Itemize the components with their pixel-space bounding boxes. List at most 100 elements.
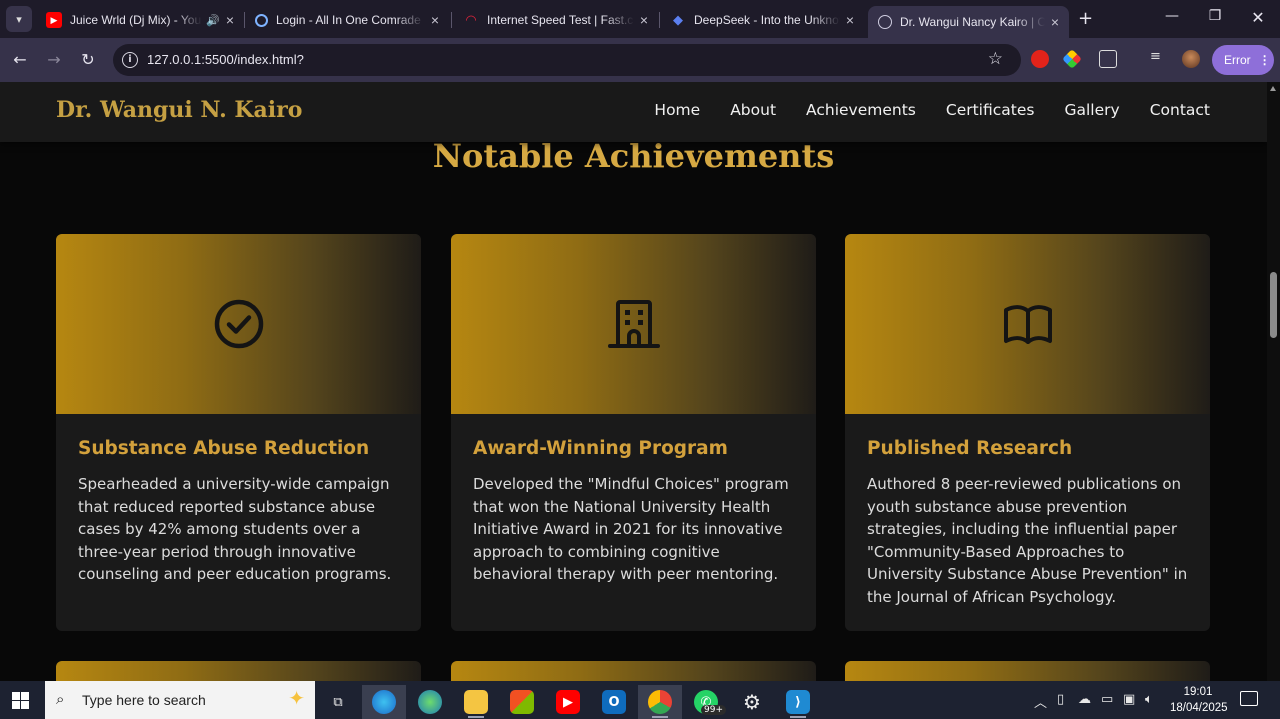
chrome-icon[interactable] bbox=[638, 685, 682, 719]
scrollbar-thumb[interactable] bbox=[1270, 272, 1277, 338]
nav-gallery[interactable]: Gallery bbox=[1064, 101, 1119, 119]
card-description: Developed the "Mindful Choices" program … bbox=[473, 475, 789, 584]
address-bar[interactable]: i 127.0.0.1:5500/index.html? ☆ bbox=[113, 44, 1021, 76]
vscode-icon[interactable]: ⟩ bbox=[776, 685, 820, 719]
book-icon bbox=[1003, 305, 1052, 344]
battery-icon[interactable]: ▭ bbox=[1101, 692, 1113, 707]
scroll-up-arrow-icon[interactable] bbox=[1270, 86, 1276, 91]
close-tab-icon[interactable]: × bbox=[226, 12, 234, 28]
card-title: Substance Abuse Reduction bbox=[78, 438, 370, 459]
minimize-icon[interactable]: — bbox=[1162, 8, 1182, 24]
tab-youtube[interactable]: ▶ Juice Wrld (Dj Mix) - You 🔊 × bbox=[36, 6, 244, 34]
building-icon bbox=[607, 300, 660, 348]
windows-start-icon[interactable] bbox=[12, 692, 29, 709]
nav-contact[interactable]: Contact bbox=[1150, 101, 1210, 119]
tab-title: Internet Speed Test | Fast.com bbox=[487, 13, 634, 27]
running-indicator bbox=[790, 716, 806, 718]
nav-about[interactable]: About bbox=[730, 101, 776, 119]
browser-toolbar: ← → ↻ i 127.0.0.1:5500/index.html? ☆ ≡ E… bbox=[0, 38, 1280, 82]
task-view-icon[interactable]: ⧉ bbox=[316, 685, 360, 719]
close-window-icon[interactable]: ✕ bbox=[1248, 8, 1268, 27]
onedrive-cloud-icon[interactable]: ☁ bbox=[1078, 692, 1091, 707]
close-tab-icon[interactable]: × bbox=[640, 12, 648, 28]
file-explorer-icon[interactable] bbox=[454, 685, 498, 719]
adblock-extension-icon[interactable] bbox=[1031, 50, 1049, 68]
site-info-icon[interactable]: i bbox=[122, 52, 138, 68]
tab-title: Juice Wrld (Dj Mix) - You bbox=[70, 13, 202, 27]
card-title: Award-Winning Program bbox=[473, 438, 728, 459]
achievement-card-next bbox=[845, 661, 1210, 681]
url-text[interactable]: 127.0.0.1:5500/index.html? bbox=[147, 52, 304, 67]
card-title: Published Research bbox=[867, 438, 1073, 459]
error-label: Error bbox=[1224, 53, 1251, 67]
outlook-icon[interactable]: O bbox=[592, 685, 636, 719]
section-title: Notable Achievements bbox=[432, 137, 835, 175]
colorful-extension-icon[interactable] bbox=[1062, 49, 1082, 69]
microsoft-store-icon[interactable] bbox=[500, 685, 544, 719]
search-icon: ⌕ bbox=[56, 690, 65, 708]
achievement-card: Award-Winning Program Developed the "Min… bbox=[451, 234, 816, 631]
youtube-icon: ▶ bbox=[46, 12, 62, 28]
page-scrollbar[interactable] bbox=[1267, 82, 1280, 681]
bookmark-star-icon[interactable]: ☆ bbox=[988, 49, 1003, 69]
tab-divider bbox=[451, 12, 452, 28]
profile-error-button[interactable]: Error ⋮ bbox=[1212, 45, 1274, 75]
close-tab-icon[interactable]: × bbox=[846, 12, 854, 28]
site-brand-logo[interactable]: Dr. Wangui N. Kairo bbox=[56, 97, 302, 123]
tab-deepseek[interactable]: ◆ DeepSeek - Into the Unknown × bbox=[660, 6, 864, 34]
tab-title: Login - All In One Comrade bbox=[276, 13, 421, 27]
achievement-card: Substance Abuse Reduction Spearheaded a … bbox=[56, 234, 421, 631]
clock-date: 18/04/2025 bbox=[1170, 702, 1228, 714]
whatsapp-icon[interactable]: ✆ 99+ bbox=[684, 685, 728, 719]
volume-icon[interactable]: 🔈︎ bbox=[1145, 692, 1153, 707]
site-header: Dr. Wangui N. Kairo Home About Achieveme… bbox=[0, 82, 1267, 142]
browser-tab-strip: ▾ ▶ Juice Wrld (Dj Mix) - You 🔊 × Login … bbox=[0, 0, 1280, 38]
nav-home[interactable]: Home bbox=[654, 101, 700, 119]
speaker-icon[interactable]: 🔊 bbox=[206, 14, 220, 27]
main-nav: Home About Achievements Certificates Gal… bbox=[654, 101, 1210, 119]
loading-icon bbox=[255, 13, 268, 27]
deepseek-icon: ◆ bbox=[673, 12, 683, 27]
restore-icon[interactable]: ❐ bbox=[1205, 8, 1225, 24]
card-icon-band bbox=[56, 234, 421, 414]
show-hidden-icons-chevron-icon[interactable]: ︿ bbox=[1034, 692, 1047, 711]
tab-fast[interactable]: ◠ Internet Speed Test | Fast.com × bbox=[453, 6, 658, 34]
close-tab-icon[interactable]: × bbox=[431, 12, 439, 28]
tab-title: DeepSeek - Into the Unknown bbox=[694, 13, 840, 27]
taskbar-clock[interactable]: 19:01 18/04/2025 bbox=[1170, 684, 1228, 716]
nav-certificates[interactable]: Certificates bbox=[946, 101, 1035, 119]
card-icon-band bbox=[451, 234, 816, 414]
settings-gear-icon[interactable]: ⚙ bbox=[730, 685, 774, 719]
extensions-puzzle-icon[interactable] bbox=[1099, 50, 1117, 68]
globe-icon bbox=[878, 15, 892, 29]
edge-dev-icon[interactable] bbox=[408, 685, 452, 719]
taskbar-search-box[interactable]: ⌕ Type here to search ✦ bbox=[45, 681, 315, 719]
achievement-card-next bbox=[451, 661, 816, 681]
card-icon-band bbox=[845, 234, 1210, 414]
tab-title: Dr. Wangui Nancy Kairo | Co bbox=[900, 15, 1045, 29]
achievement-card: Published Research Authored 8 peer-revie… bbox=[845, 234, 1210, 631]
phone-link-icon[interactable]: ▯ bbox=[1057, 692, 1064, 707]
edge-icon[interactable] bbox=[362, 685, 406, 719]
tab-kairo-active[interactable]: Dr. Wangui Nancy Kairo | Co × bbox=[868, 6, 1069, 38]
running-indicator bbox=[652, 716, 668, 718]
clock-time: 19:01 bbox=[1183, 686, 1213, 698]
tab-login[interactable]: Login - All In One Comrade × bbox=[245, 6, 449, 34]
tab-search-button[interactable]: ▾ bbox=[6, 6, 32, 32]
close-tab-icon[interactable]: × bbox=[1051, 14, 1059, 30]
notification-center-icon[interactable] bbox=[1240, 691, 1258, 706]
youtube-app-icon[interactable]: ▶ bbox=[546, 685, 590, 719]
notification-badge: 99+ bbox=[701, 705, 726, 715]
back-arrow-icon[interactable]: ← bbox=[10, 50, 30, 69]
profile-avatar[interactable] bbox=[1182, 50, 1200, 68]
card-description: Authored 8 peer-reviewed publications on… bbox=[867, 475, 1188, 606]
running-indicator bbox=[468, 716, 484, 718]
reload-icon[interactable]: ↻ bbox=[78, 50, 98, 69]
new-tab-button[interactable]: + bbox=[1078, 8, 1093, 29]
nav-achievements[interactable]: Achievements bbox=[806, 101, 916, 119]
copilot-sparkle-icon: ✦ bbox=[288, 686, 305, 710]
forward-arrow-icon[interactable]: → bbox=[44, 50, 64, 69]
reading-list-icon[interactable]: ≡ bbox=[1150, 49, 1168, 67]
menu-dots-icon: ⋮ bbox=[1258, 53, 1271, 67]
network-icon[interactable]: ▣ bbox=[1123, 692, 1135, 707]
